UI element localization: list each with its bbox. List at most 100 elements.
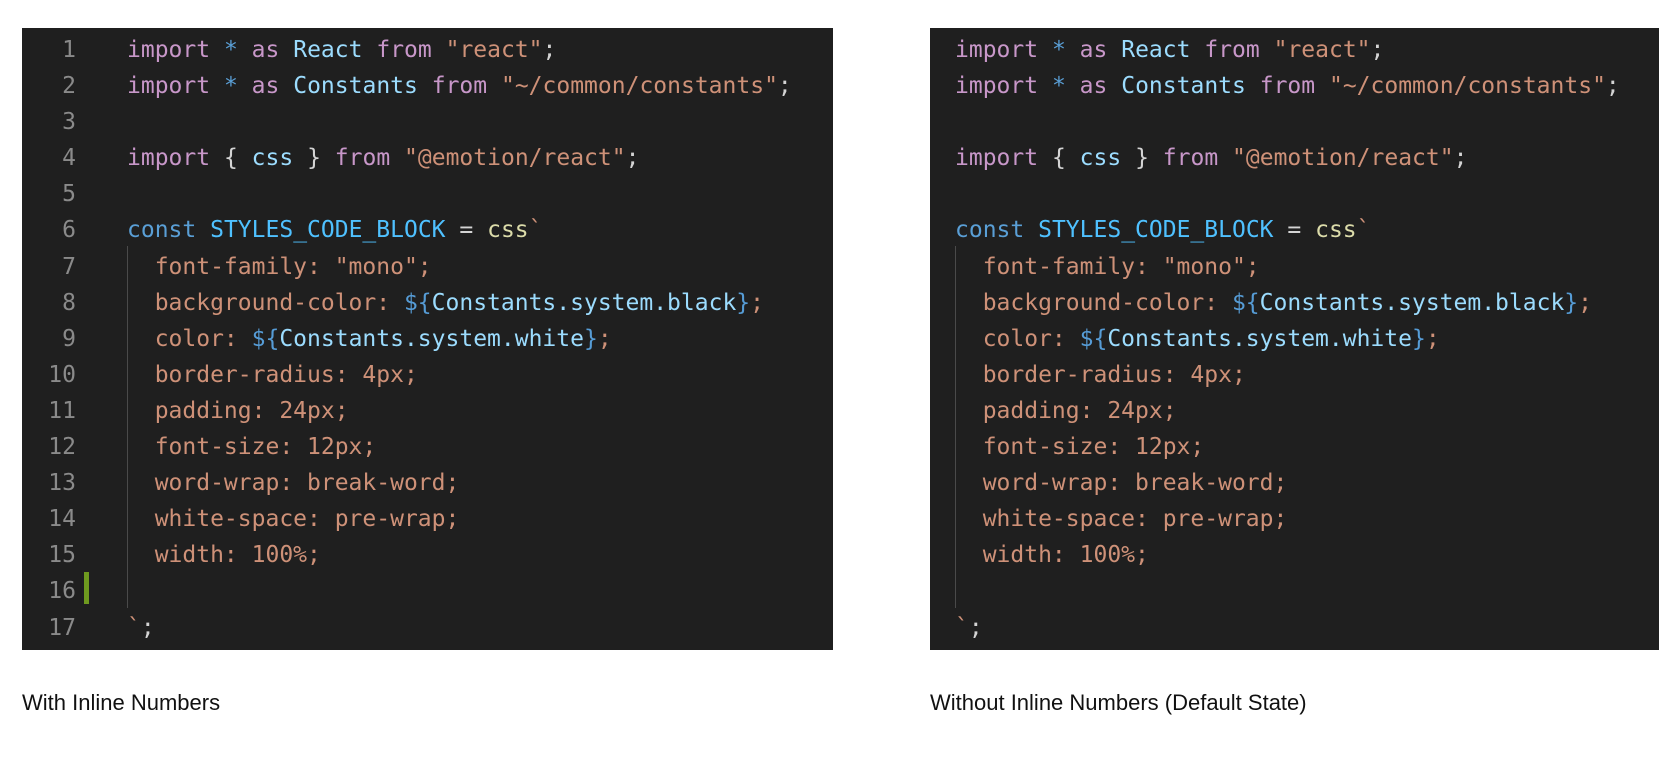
code-token: ; <box>1605 73 1620 100</box>
line-number: 9 <box>62 325 76 352</box>
code-token: } <box>1411 325 1426 352</box>
code-line[interactable]: border-radius: 4px; <box>930 357 1659 393</box>
code-token: ${ <box>1231 289 1260 316</box>
code-line[interactable]: 7 font-family: "mono"; <box>22 249 833 285</box>
code-editor-without-line-numbers[interactable]: import * as React from "react"; import * … <box>930 28 1659 650</box>
code-token: React <box>1121 37 1191 63</box>
code-token: Constants.system.white <box>1107 325 1412 352</box>
code-line[interactable]: 6 const STYLES_CODE_BLOCK = css` <box>22 212 833 248</box>
code-token: } <box>583 325 598 352</box>
code-text: width: 100%; <box>127 537 321 573</box>
code-line[interactable]: 5 <box>22 176 833 212</box>
code-text: const STYLES_CODE_BLOCK = css` <box>127 212 543 248</box>
code-line[interactable] <box>930 573 1659 609</box>
code-token: ${ <box>251 325 280 352</box>
code-text: import * as Constants from "~/common/con… <box>127 68 792 104</box>
line-number: 10 <box>48 361 76 388</box>
code-token: } <box>1564 289 1579 316</box>
code-text: import * as React from "react"; <box>955 32 1384 68</box>
code-line[interactable]: import * as Constants from "~/common/con… <box>930 68 1659 104</box>
code-line[interactable]: 8 background-color: ${Constants.system.b… <box>22 285 833 321</box>
code-text: `; <box>955 610 983 646</box>
code-line[interactable]: 11 padding: 24px; <box>22 393 833 429</box>
code-line[interactable]: background-color: ${Constants.system.bla… <box>930 285 1659 321</box>
code-line[interactable]: word-wrap: break-word; <box>930 465 1659 501</box>
code-text: import * as Constants from "~/common/con… <box>955 68 1620 104</box>
code-token: ` <box>127 614 141 641</box>
code-line[interactable]: `; <box>930 610 1659 646</box>
code-line[interactable]: 17 `; <box>22 610 833 646</box>
code-text: white-space: pre-wrap; <box>955 501 1288 537</box>
code-line[interactable]: 3 <box>22 104 833 140</box>
code-line[interactable]: 4 import { css } from "@emotion/react"; <box>22 140 833 176</box>
code-lines: 1 import * as React from "react"; 2 import … <box>22 32 833 646</box>
line-number: 8 <box>62 289 76 316</box>
code-token: font-size: 12px; <box>127 434 377 461</box>
code-token: as <box>1079 73 1108 100</box>
code-line[interactable]: padding: 24px; <box>930 393 1659 429</box>
code-token: = <box>1287 217 1302 244</box>
code-line[interactable]: 1 import * as React from "react"; <box>22 32 833 68</box>
code-token: as <box>1079 37 1108 63</box>
code-text: background-color: ${Constants.system.bla… <box>955 285 1592 321</box>
code-token: const <box>127 217 197 244</box>
code-line[interactable]: width: 100%; <box>930 537 1659 573</box>
code-token: ; <box>140 614 155 641</box>
code-token: as <box>251 37 280 63</box>
code-line[interactable]: 2 import * as Constants from "~/common/co… <box>22 68 833 104</box>
code-token: padding: 24px; <box>955 397 1177 424</box>
code-line[interactable]: 16 <box>22 573 833 609</box>
code-line[interactable]: 15 width: 100%; <box>22 537 833 573</box>
code-token: ` <box>1356 217 1371 244</box>
code-token: } <box>736 289 751 316</box>
code-line[interactable]: white-space: pre-wrap; <box>930 501 1659 537</box>
code-line[interactable]: color: ${Constants.system.white}; <box>930 321 1659 357</box>
code-line[interactable]: 9 color: ${Constants.system.white}; <box>22 321 833 357</box>
code-token: css <box>487 217 529 244</box>
code-line[interactable]: 10 border-radius: 4px; <box>22 357 833 393</box>
code-line[interactable]: 12 font-size: 12px; <box>22 429 833 465</box>
code-line[interactable]: font-family: "mono"; <box>930 249 1659 285</box>
code-line[interactable]: import * as React from "react"; <box>930 32 1659 68</box>
code-token: from <box>431 73 488 100</box>
code-token: ; <box>1578 289 1593 316</box>
code-line[interactable]: 13 word-wrap: break-word; <box>22 465 833 501</box>
code-line[interactable]: const STYLES_CODE_BLOCK = css` <box>930 212 1659 248</box>
code-token: } <box>1135 145 1149 172</box>
code-lines: import * as React from "react"; import * … <box>930 32 1659 646</box>
code-editor-with-line-numbers[interactable]: 1 import * as React from "react"; 2 import … <box>22 28 833 650</box>
code-line[interactable]: import { css } from "@emotion/react"; <box>930 140 1659 176</box>
line-number: 15 <box>48 542 76 569</box>
code-line[interactable] <box>930 176 1659 212</box>
code-token: { <box>223 145 238 172</box>
code-line[interactable]: font-size: 12px; <box>930 429 1659 465</box>
code-token: * <box>223 73 238 100</box>
code-token: = <box>459 217 474 244</box>
code-text: `; <box>127 610 155 646</box>
code-token: "~/common/constants" <box>500 73 778 100</box>
code-line[interactable] <box>930 104 1659 140</box>
code-token: font-family: "mono"; <box>127 253 432 280</box>
code-line[interactable]: 14 white-space: pre-wrap; <box>22 501 833 537</box>
code-token: import <box>127 73 211 100</box>
code-token: * <box>1051 73 1066 100</box>
code-token: ; <box>750 289 765 316</box>
code-text: border-radius: 4px; <box>955 357 1246 393</box>
code-text: color: ${Constants.system.white}; <box>127 321 612 357</box>
code-token: css <box>1315 217 1357 244</box>
code-text: const STYLES_CODE_BLOCK = css` <box>955 212 1371 248</box>
